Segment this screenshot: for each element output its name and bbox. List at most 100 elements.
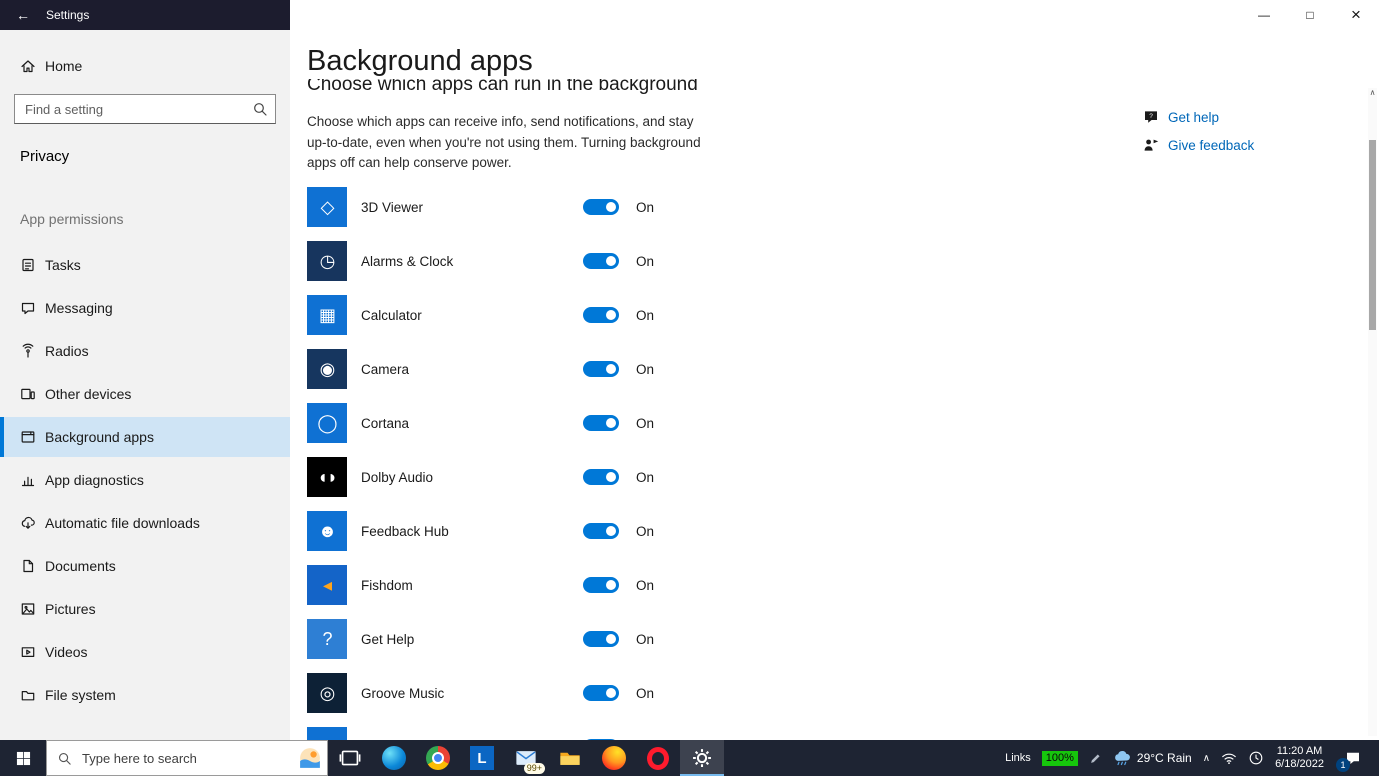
- page-description: Choose which apps can receive info, send…: [307, 112, 705, 173]
- back-button[interactable]: ←: [0, 0, 46, 30]
- search-input[interactable]: [14, 94, 276, 124]
- toggle-state-label: On: [636, 362, 654, 377]
- app-icon-glyph: ◷: [320, 252, 335, 270]
- app-icon-glyph: ◂: [323, 576, 331, 594]
- clock-sync-icon[interactable]: [1248, 750, 1264, 766]
- 3d-viewer-toggle[interactable]: [583, 199, 619, 215]
- taskbar-mail-button[interactable]: 99+: [504, 740, 548, 776]
- scrollbar[interactable]: ∧: [1368, 88, 1377, 736]
- app-row-cortana: ◯CortanaOn: [307, 403, 1379, 443]
- toggle-state-label: On: [636, 686, 654, 701]
- edge-icon: [382, 746, 406, 770]
- links-toolbar-label[interactable]: Links: [1005, 752, 1031, 764]
- groove-music-toggle[interactable]: [583, 685, 619, 701]
- help-link-label: Give feedback: [1168, 138, 1254, 153]
- clock-time: 11:20 AM: [1277, 745, 1323, 758]
- alarms-clock-toggle[interactable]: [583, 253, 619, 269]
- toggle-state-label: On: [636, 470, 654, 485]
- window-controls: — □ ×: [1241, 0, 1379, 30]
- calculator-toggle[interactable]: [583, 307, 619, 323]
- app-name: Groove Music: [361, 686, 583, 701]
- taskbar-opera-button[interactable]: [636, 740, 680, 776]
- camera-toggle[interactable]: [583, 361, 619, 377]
- clock-date: 6/18/2022: [1275, 758, 1324, 771]
- app-row-groove-music: ◎ Groove Music On: [307, 673, 1379, 713]
- weather-label: 29°C Rain: [1137, 751, 1192, 765]
- taskbar-l-tile-button[interactable]: L: [460, 740, 504, 776]
- taskbar-clock[interactable]: 11:20 AM 6/18/2022: [1275, 745, 1324, 771]
- dolby-audio-toggle[interactable]: [583, 469, 619, 485]
- radios-icon: [20, 343, 36, 359]
- taskbar-edge-button[interactable]: [372, 740, 416, 776]
- search-highlights-icon[interactable]: [299, 747, 321, 769]
- app-name: Fishdom: [361, 578, 583, 593]
- taskbar-chrome-button[interactable]: [416, 740, 460, 776]
- system-tray: Links 100% 29°C Rain ∧ 11:20 AM 6/18/202…: [1005, 740, 1379, 776]
- groove-music-app-icon: ◎: [307, 673, 347, 713]
- action-center-button[interactable]: 1: [1335, 740, 1371, 776]
- hidden-icons-chevron[interactable]: ∧: [1203, 753, 1210, 764]
- toggle-knob: [606, 364, 616, 374]
- sidebar-item-messaging[interactable]: Messaging: [0, 288, 290, 328]
- app-name: Get Help: [361, 632, 583, 647]
- app-name: Camera: [361, 362, 583, 377]
- app-row-calculator: ▦CalculatorOn: [307, 295, 1379, 335]
- give-feedback-link[interactable]: Give feedback: [1143, 131, 1254, 159]
- intel-graphics-command-center-app-icon: ▣: [307, 727, 347, 740]
- battery-meter-badge[interactable]: 100%: [1042, 751, 1078, 766]
- sidebar-item-home[interactable]: Home: [0, 48, 290, 84]
- minimize-button[interactable]: —: [1241, 0, 1287, 30]
- toggle-knob: [606, 202, 616, 212]
- sidebar-item-pictures[interactable]: Pictures: [0, 589, 290, 629]
- taskbar-search[interactable]: [46, 740, 328, 776]
- alarms-clock-app-icon: ◷: [307, 241, 347, 281]
- sidebar-nav: TasksMessaging Radios Other devicesBackgro…: [0, 245, 290, 715]
- app-row-alarms-clock: ◷Alarms & ClockOn: [307, 241, 1379, 281]
- auto-downloads-icon: [20, 515, 36, 531]
- settings-icon: [690, 746, 714, 770]
- sidebar-item-radios[interactable]: Radios: [0, 331, 290, 371]
- privacy-heading: Privacy: [0, 148, 290, 165]
- fishdom-app-icon: ◂: [307, 565, 347, 605]
- sidebar-item-videos[interactable]: Videos: [0, 632, 290, 672]
- sidebar-item-automatic-file-downloads[interactable]: Automatic file downloads: [0, 503, 290, 543]
- toggle-state-label: On: [636, 254, 654, 269]
- file-system-icon: [20, 687, 36, 703]
- toggle-knob: [606, 472, 616, 482]
- scrollbar-thumb[interactable]: [1369, 140, 1376, 330]
- taskbar-search-input[interactable]: [80, 750, 291, 767]
- get-help-link[interactable]: ?Get help: [1143, 103, 1254, 131]
- toggle-knob: [606, 580, 616, 590]
- l-tile-icon: L: [470, 746, 494, 770]
- cortana-toggle[interactable]: [583, 415, 619, 431]
- taskbar-file-explorer-button[interactable]: [548, 740, 592, 776]
- feedback-hub-toggle[interactable]: [583, 523, 619, 539]
- app-icon-glyph: ☻: [318, 522, 336, 540]
- weather-widget[interactable]: 29°C Rain: [1113, 749, 1192, 767]
- close-button[interactable]: ×: [1333, 0, 1379, 30]
- sidebar-item-label: Radios: [45, 343, 89, 359]
- sidebar-item-tasks[interactable]: Tasks: [0, 245, 290, 285]
- toggle-state-label: On: [636, 200, 654, 215]
- sidebar-item-other-devices[interactable]: Other devices: [0, 374, 290, 414]
- search-icon[interactable]: [252, 101, 268, 117]
- taskbar-task-view-button[interactable]: [328, 740, 372, 776]
- wifi-icon[interactable]: [1221, 750, 1237, 766]
- sidebar-item-documents[interactable]: Documents: [0, 546, 290, 586]
- app-row-camera: ◉CameraOn: [307, 349, 1379, 389]
- cortana-app-icon: ◯: [307, 403, 347, 443]
- get-help-toggle[interactable]: [583, 631, 619, 647]
- sidebar-item-label: App diagnostics: [45, 472, 144, 488]
- scrollbar-up-arrow[interactable]: ∧: [1368, 88, 1377, 97]
- sidebar-item-app-diagnostics[interactable]: App diagnostics: [0, 460, 290, 500]
- sidebar-item-file-system[interactable]: File system: [0, 675, 290, 715]
- start-button[interactable]: [0, 740, 46, 776]
- maximize-button[interactable]: □: [1287, 0, 1333, 30]
- taskbar-firefox-button[interactable]: [592, 740, 636, 776]
- app-name: Calculator: [361, 308, 583, 323]
- fishdom-toggle[interactable]: [583, 577, 619, 593]
- taskbar-settings-button[interactable]: [680, 740, 724, 776]
- pen-icon[interactable]: [1089, 752, 1102, 765]
- chrome-icon: [426, 746, 450, 770]
- sidebar-item-background-apps[interactable]: Background apps: [0, 417, 290, 457]
